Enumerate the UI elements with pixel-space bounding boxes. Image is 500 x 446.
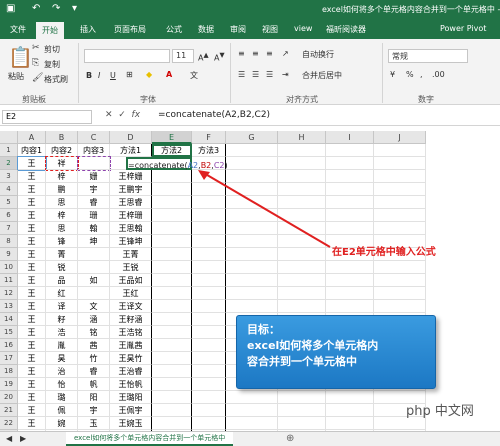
callout-line: excel如何将多个单元格内 <box>247 339 379 352</box>
sheet-nav-prev-icon[interactable]: ◀ <box>6 434 12 443</box>
watermark: php 中文网 <box>406 404 474 419</box>
goal-callout: 目标： excel如何将多个单元格内 容合并到一个单元格中 <box>236 315 436 389</box>
formula-part: ) <box>224 161 228 170</box>
sheet-tab[interactable]: excel如何将多个单元格内容合并到一个单元格中 <box>66 432 234 446</box>
formula-part: A2 <box>187 161 199 170</box>
callout-line: 容合并到一个单元格中 <box>247 355 357 368</box>
formula-part: C2 <box>213 161 225 170</box>
callout-line: 目标： <box>247 323 280 336</box>
sheet-nav-next-icon[interactable]: ▶ <box>20 434 26 443</box>
formula-part: B2 <box>200 161 212 170</box>
add-sheet-button[interactable]: ⊕ <box>286 433 294 444</box>
annotation-text: 在E2单元格中输入公式 <box>332 247 436 258</box>
editing-cell[interactable]: =concatenate(A2,B2,C2) <box>126 157 228 170</box>
formula-part: =concatenate( <box>128 161 188 170</box>
sheet-bar: ◀ ▶ excel如何将多个单元格内容合并到一个单元格中 ⊕ <box>0 431 500 446</box>
